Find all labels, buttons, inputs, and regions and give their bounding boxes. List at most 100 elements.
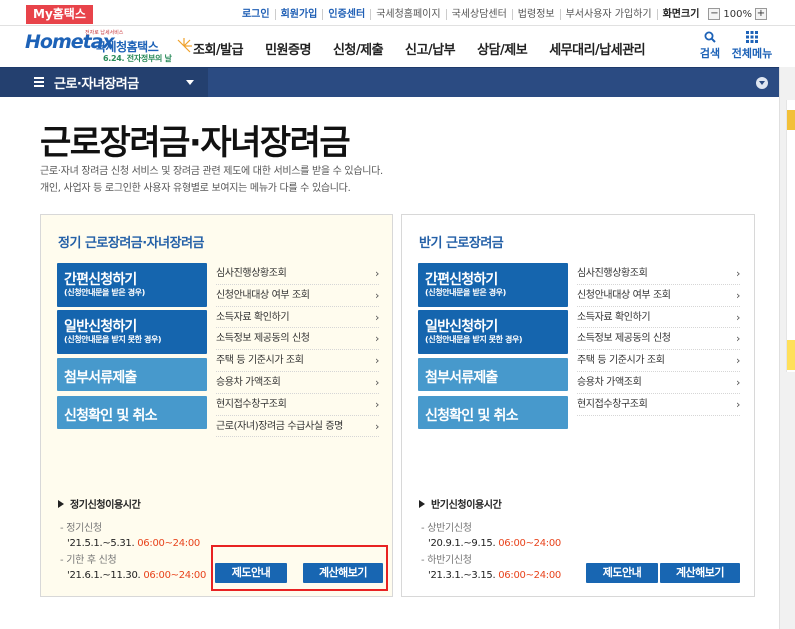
confirm-cancel-button[interactable]: 신청확인 및 취소: [418, 396, 568, 429]
search-button[interactable]: 검색: [690, 31, 730, 61]
button-sub-label: (신청안내문을 받은 경우): [425, 288, 506, 297]
button-main-label: 일반신청하기: [425, 319, 498, 335]
chevron-right-icon: ›: [375, 267, 379, 280]
link-review-status[interactable]: 심사진행상황조회 ›: [577, 263, 740, 285]
login-link[interactable]: 로그인: [237, 9, 275, 20]
link-local-counter[interactable]: 현지접수창구조회 ›: [577, 394, 740, 416]
logo-event: 6.24. 전자정부의 날: [103, 54, 172, 63]
zoom-out-button[interactable]: −: [708, 8, 721, 20]
chevron-right-icon: ›: [375, 332, 379, 346]
half-year-incentive-panel: 반기 근로장려금 간편신청하기 (신청안내문을 받은 경우) 일반신청하기 (신…: [401, 214, 755, 597]
period-date: '21.6.1.~11.30.: [67, 570, 141, 581]
period-value: '20.9.1.~9.15. 06:00~24:00: [421, 538, 561, 549]
period-label: 상반기신청: [421, 519, 561, 534]
link-label: 심사진행상황조회: [216, 268, 287, 279]
link-receipt-certificate[interactable]: 근로(자녀)장려금 수급사실 증명 ›: [216, 416, 379, 438]
signup-link[interactable]: 회원가입: [274, 8, 323, 20]
all-menu-button[interactable]: 전체메뉴: [730, 31, 774, 61]
general-apply-button[interactable]: 일반신청하기 (신청안내문을 받지 못한 경우): [418, 310, 568, 354]
service-link-list: 심사진행상황조회 › 신청안내대상 여부 조회 › 소득자료 확인하기 › 소득정보 …: [216, 263, 379, 438]
dept-user-join-link[interactable]: 부서사용자 가입하기: [559, 8, 657, 20]
link-income-consent[interactable]: 소득정보 제공동의 신청 ›: [216, 328, 379, 351]
confirm-cancel-button[interactable]: 신청확인 및 취소: [57, 396, 207, 429]
location-menu-dropdown[interactable]: 근로·자녀장려금: [0, 68, 208, 97]
description-line-1: 근로·자녀 장려금 신청 서비스 및 장려금 관련 제도에 대한 서비스를 받을…: [40, 166, 383, 177]
expand-circle-icon[interactable]: [756, 77, 768, 89]
nav-apply-submit[interactable]: 신청/제출: [333, 39, 384, 58]
chevron-right-icon: ›: [736, 332, 740, 346]
link-label: 주택 등 기준시가 조회: [577, 355, 665, 367]
logo-tagline: 전자로 납세서비스: [85, 30, 124, 36]
link-house-price[interactable]: 주택 등 기준시가 조회 ›: [577, 350, 740, 372]
system-guide-button[interactable]: 제도안내: [215, 563, 287, 583]
header: Hometax 전자로 납세서비스 국세청홈택스 6.24. 전자정부의 날 조…: [0, 27, 795, 67]
zoom-control: − 100% +: [704, 8, 795, 20]
general-apply-button[interactable]: 일반신청하기 (신청안내문을 받지 못한 경우): [57, 310, 207, 354]
location-bar: 근로·자녀장려금: [0, 67, 779, 97]
link-income-data[interactable]: 소득자료 확인하기 ›: [216, 307, 379, 329]
simple-apply-button[interactable]: 간편신청하기 (신청안내문을 받은 경우): [57, 263, 207, 307]
period-label: 하반기신청: [421, 551, 561, 566]
period-late: 기한 후 신청 '21.6.1.~11.30. 06:00~24:00: [60, 551, 206, 581]
zoom-value: 100%: [723, 8, 752, 20]
attach-documents-button[interactable]: 첨부서류제출: [57, 358, 207, 391]
search-icon: [704, 31, 716, 43]
nav-civil-certificate[interactable]: 민원증명: [265, 39, 311, 58]
my-hometax-button[interactable]: My홈택스: [26, 5, 93, 24]
button-sub-label: (신청안내문을 받지 못한 경우): [425, 335, 523, 344]
chevron-right-icon: ›: [375, 288, 379, 302]
system-guide-button[interactable]: 제도안내: [586, 563, 658, 583]
law-info-link[interactable]: 법령정보: [511, 8, 560, 20]
chevron-right-icon: ›: [375, 375, 379, 389]
link-local-counter[interactable]: 현지접수창구조회 ›: [216, 394, 379, 416]
link-eligibility-check[interactable]: 신청안내대상 여부 조회 ›: [577, 285, 740, 307]
period-regular: 정기신청 '21.5.1.~5.31. 06:00~24:00: [60, 519, 200, 549]
chevron-right-icon: ›: [375, 419, 379, 433]
sunburst-icon: [177, 38, 192, 53]
chevron-right-icon: ›: [375, 354, 379, 368]
chevron-right-icon: ›: [736, 375, 740, 389]
chevron-right-icon: ›: [736, 310, 740, 324]
nav-inquiry-issue[interactable]: 조회/발급: [193, 39, 244, 58]
link-income-data[interactable]: 소득자료 확인하기 ›: [577, 307, 740, 329]
nav-report-pay[interactable]: 신고/납부: [405, 39, 456, 58]
side-strip-tab-top: [787, 110, 795, 130]
period-label: 정기신청: [60, 519, 200, 534]
link-car-value[interactable]: 승용차 가액조회 ›: [216, 372, 379, 394]
cert-center-link[interactable]: 인증센터: [322, 8, 370, 20]
link-label: 승용차 가액조회: [577, 376, 642, 388]
chevron-right-icon: ›: [736, 267, 740, 280]
chevron-right-icon: ›: [736, 288, 740, 302]
tax-consult-center-link[interactable]: 국세상담센터: [445, 8, 512, 20]
nav-tax-agent[interactable]: 세무대리/납세관리: [549, 39, 645, 58]
hours-title-label: 반기신청이용시간: [431, 500, 502, 511]
triangle-bullet-icon: [58, 500, 64, 508]
link-label: 신청안내대상 여부 조회: [577, 289, 671, 301]
triangle-bullet-icon: [419, 500, 425, 508]
service-link-list: 심사진행상황조회 › 신청안내대상 여부 조회 › 소득자료 확인하기 › 소득정보 …: [577, 263, 740, 416]
link-house-price[interactable]: 주택 등 기준시가 조회 ›: [216, 350, 379, 372]
link-car-value[interactable]: 승용차 가액조회 ›: [577, 372, 740, 394]
nav-consult-report[interactable]: 상담/제보: [477, 39, 528, 58]
page-title: 근로장려금·자녀장려금: [40, 123, 351, 163]
regular-incentive-panel: 정기 근로장려금·자녀장려금 간편신청하기 (신청안내문을 받은 경우) 일반신…: [40, 214, 393, 597]
period-value: '21.5.1.~5.31. 06:00~24:00: [60, 538, 200, 549]
link-eligibility-check[interactable]: 신청안내대상 여부 조회 ›: [216, 285, 379, 307]
hours-title: 반기신청이용시간: [419, 496, 502, 511]
button-main-label: 간편신청하기: [64, 272, 137, 288]
nts-homepage-link[interactable]: 국세청홈페이지: [370, 8, 445, 20]
attach-documents-button[interactable]: 첨부서류제출: [418, 358, 568, 391]
period-second-half: 하반기신청 '21.3.1.~3.15. 06:00~24:00: [421, 551, 561, 581]
calculate-button[interactable]: 계산해보기: [303, 563, 383, 583]
simple-apply-button[interactable]: 간편신청하기 (신청안내문을 받은 경우): [418, 263, 568, 307]
link-income-consent[interactable]: 소득정보 제공동의 신청 ›: [577, 328, 740, 351]
chevron-right-icon: ›: [736, 397, 740, 411]
chevron-right-icon: ›: [375, 310, 379, 324]
zoom-in-button[interactable]: +: [755, 8, 767, 20]
side-quick-strip[interactable]: [786, 100, 795, 372]
link-review-status[interactable]: 심사진행상황조회 ›: [216, 263, 379, 285]
calculate-button[interactable]: 계산해보기: [660, 563, 740, 583]
hometax-logo[interactable]: Hometax 전자로 납세서비스 국세청홈택스 6.24. 전자정부의 날: [25, 29, 192, 65]
utility-bar: My홈택스 로그인 회원가입 인증센터 국세청홈페이지 국세상담센터 법령정보 …: [0, 0, 795, 26]
location-menu-label: 근로·자녀장려금: [54, 77, 139, 92]
